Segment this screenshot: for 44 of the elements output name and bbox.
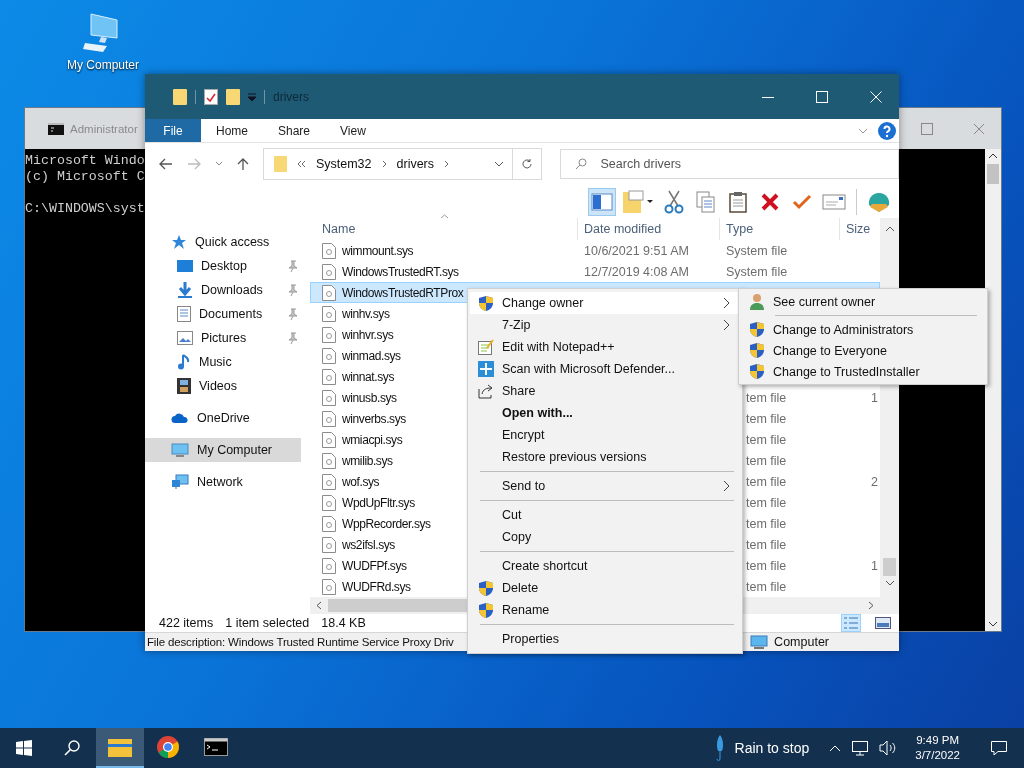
file-name: WppRecorder.sys [342,516,431,531]
console-line: C:\WINDOWS\syst [25,201,145,217]
file-name: winhv.sys [342,306,390,321]
file-name: wof.sys [342,474,380,489]
table-cell: tem file [746,432,787,447]
location-label: Computer [774,635,829,650]
table-cell: 10/6/2021 9:51 AM [584,243,689,258]
file-name: WpdUpFltr.sys [342,495,415,510]
window-title: drivers [273,89,309,104]
table-cell: tem file [746,495,787,510]
table-cell: tem file [746,474,787,489]
table-cell: 1 [871,558,878,573]
file-name: WUDFRd.sys [342,579,411,594]
table-cell: 1 [871,390,878,405]
table-cell: System file [726,264,788,279]
table-cell: 12/7/2019 4:08 AM [584,264,689,279]
table-cell: tem file [746,516,787,531]
file-name: WindowsTrustedRT.sys [342,264,459,279]
table-cell: tem file [746,537,787,552]
selection-size: 18.4 KB [321,616,366,631]
console-line: Microsoft Windo [25,153,145,169]
console-line: (c) Microsoft C [25,169,145,185]
table-cell: System file [726,243,788,258]
item-count: 422 items [159,616,214,631]
table-cell: tem file [746,558,787,573]
table-cell: tem file [746,411,787,426]
file-name: winnat.sys [342,369,395,384]
file-name: ws2ifsl.sys [342,537,395,552]
file-name: WindowsTrustedRTProx [342,285,464,300]
table-cell: tem file [746,390,787,405]
file-name: winverbs.sys [342,411,406,426]
file-name: winmad.sys [342,348,401,363]
file-name: winusb.sys [342,390,397,405]
table-cell: tem file [746,453,787,468]
file-name: wmilib.sys [342,453,393,468]
table-cell: tem file [746,579,787,594]
file-name: wmiacpi.sys [342,432,403,447]
window-title: Administrator [70,122,138,135]
file-name: winhvr.sys [342,327,394,342]
selection-count: 1 item selected [225,616,310,631]
file-name: WUDFPf.sys [342,558,407,573]
table-cell: 2 [871,474,878,489]
file-description: File description: Windows Trusted Runtime Service Proxy Driv [147,636,454,649]
file-name: wimmount.sys [342,243,414,258]
